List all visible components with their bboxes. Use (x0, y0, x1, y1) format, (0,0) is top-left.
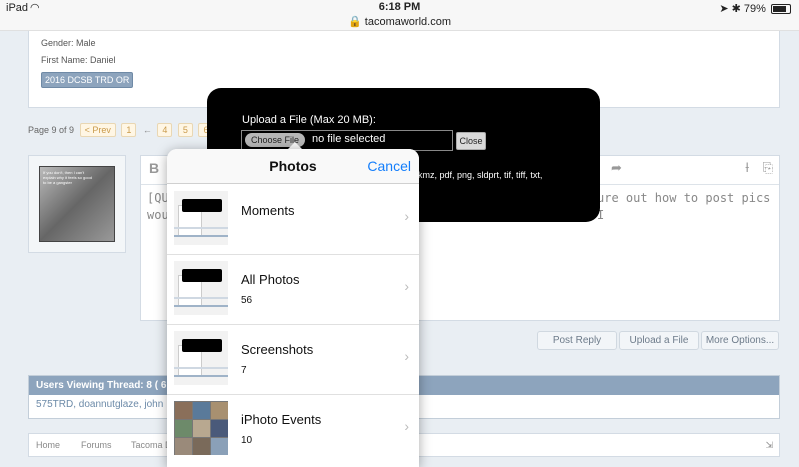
breadcrumb-tacoma[interactable]: Tacoma D (131, 440, 172, 450)
gender-label: Gender: (41, 38, 74, 48)
left-arrow-icon[interactable]: ← (143, 125, 152, 135)
pagination: Page 9 of 9 < Prev 1 ← 4 5 6 (28, 123, 214, 137)
album-screenshots[interactable]: Screenshots 7 › (167, 324, 419, 395)
file-status: no file selected (312, 133, 386, 145)
breadcrumb-forums[interactable]: Forums (81, 440, 112, 450)
prev-page-button[interactable]: < Prev (79, 123, 116, 137)
album-count: 7 (241, 365, 247, 376)
upload-dialog-title: Upload a File (Max 20 MB): (242, 114, 376, 126)
album-moments[interactable]: Moments › (167, 184, 419, 255)
location-icon: ➤ (719, 3, 729, 15)
editor-line-1: [QU (147, 191, 169, 205)
avatar-image: If you don't, then I can't explain why i… (39, 166, 115, 242)
album-thumbnail (174, 401, 228, 455)
album-thumbnail (174, 261, 228, 315)
editor-line-2: wou (147, 208, 169, 222)
album-name: All Photos (241, 272, 300, 287)
chevron-right-icon: › (404, 208, 409, 224)
more-options-button[interactable]: More Options... (701, 331, 779, 350)
ios-status-bar: iPad ◠ 6:18 PM 🔒 tacomaworld.com ➤ ✱ 79% (0, 0, 799, 31)
cancel-button[interactable]: Cancel (367, 158, 411, 174)
toggle-bbcode-icon[interactable]: ⎘ (763, 160, 773, 176)
breadcrumb-home[interactable]: Home (36, 440, 60, 450)
editor-text-left: [QU wou (147, 190, 169, 224)
vehicle-badge: 2016 DCSB TRD OR (41, 72, 134, 88)
editor-text-right: ure out how to post pics I (597, 191, 771, 222)
status-right: ➤ ✱ 79% (719, 2, 791, 15)
page-count: Page 9 of 9 (28, 125, 75, 135)
album-iphoto-events[interactable]: iPhoto Events 10 › (167, 394, 419, 464)
expand-icon[interactable]: ⇲ (765, 440, 773, 451)
address-bar[interactable]: 🔒 tacomaworld.com (0, 15, 799, 28)
avatar: If you don't, then I can't explain why i… (28, 155, 126, 253)
file-input[interactable]: Choose File no file selected (241, 130, 453, 151)
chevron-right-icon: › (404, 418, 409, 434)
upload-file-button[interactable]: Upload a File (619, 331, 699, 350)
album-all-photos[interactable]: All Photos 56 › (167, 254, 419, 325)
battery-icon (771, 4, 791, 15)
allowed-extensions: kmz, pdf, png, sldprt, tif, tiff, txt, (418, 170, 543, 180)
gender-value: Male (76, 38, 96, 48)
chevron-right-icon: › (404, 278, 409, 294)
close-button[interactable]: Close (456, 132, 486, 150)
album-name: Moments (241, 203, 295, 218)
album-name: iPhoto Events (241, 412, 322, 427)
page-link-4[interactable]: 4 (157, 123, 173, 137)
photos-header: Photos Cancel (167, 149, 419, 184)
chevron-right-icon: › (404, 348, 409, 364)
album-thumbnail (174, 191, 228, 245)
first-name-label: First Name: (41, 55, 88, 65)
battery-percent: 79% (743, 3, 766, 15)
album-count: 56 (241, 295, 253, 306)
photos-picker: Photos Cancel Moments › All Photos 56 › … (167, 149, 419, 467)
album-count: 10 (241, 435, 253, 446)
page-link-1[interactable]: 1 (121, 123, 137, 137)
bold-button[interactable]: B (149, 160, 159, 176)
album-name: Screenshots (241, 342, 314, 357)
avatar-caption: If you don't, then I can't explain why i… (43, 170, 92, 185)
first-name-value: Daniel (90, 55, 116, 65)
bluetooth-icon: ✱ (731, 3, 741, 15)
album-thumbnail (174, 331, 228, 385)
url-text: tacomaworld.com (364, 16, 451, 28)
clock: 6:18 PM (378, 1, 421, 13)
post-reply-button[interactable]: Post Reply (537, 331, 617, 350)
redo-icon[interactable]: ➦ (611, 160, 622, 176)
remove-format-icon[interactable]: Ɨ (745, 160, 749, 175)
page-link-5[interactable]: 5 (177, 123, 193, 137)
